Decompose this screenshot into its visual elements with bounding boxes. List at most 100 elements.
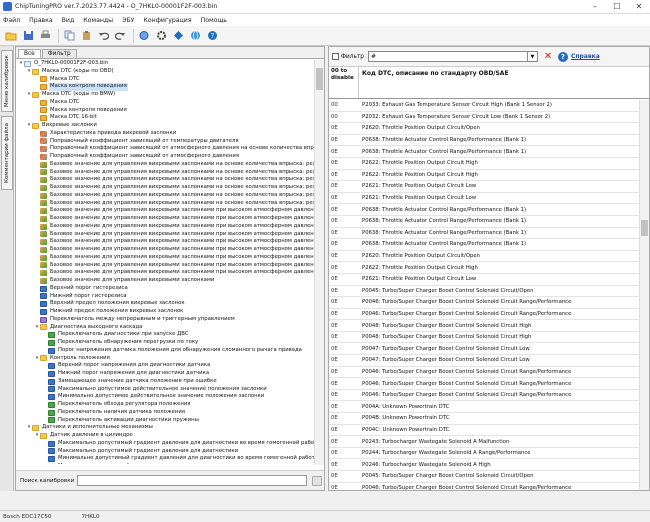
dtc-mask-cell[interactable]: 0E [329,439,359,445]
table-row[interactable]: 0E P2622: Throttle Position Output Circui… [329,262,639,274]
tree-item[interactable]: Базовое значение для управления вихревым… [16,254,314,262]
clear-filter-icon[interactable]: ✕ [542,51,554,63]
menu-view[interactable]: Вид [62,17,75,24]
table-row[interactable]: 0E P2620: Throttle Position Output Circui… [329,251,639,263]
filter-dropdown-chevron-icon[interactable]: ▼ [527,51,538,62]
tree-item[interactable]: Минимально допустимый градиент давления … [16,455,314,463]
tree-item[interactable]: Базовое значение для управления вихревым… [16,262,314,270]
tree-item[interactable]: ▾ Датчики и исполнительные механизмы [16,424,314,432]
table-row[interactable]: 0E P0045: Turbo/Super Charger Boost Contr… [329,286,639,298]
close-button[interactable]: ✕ [628,0,650,14]
dtc-mask-cell[interactable]: 0E [329,149,359,155]
table-row[interactable]: 0E P2622: Throttle Position Output Circui… [329,158,639,170]
tree-item[interactable]: Нижний порог напряжения для диагностики … [16,370,314,378]
tree-item[interactable]: ▾ Маска DTC (коды по OBD) [16,68,314,76]
tree-item[interactable]: Поправочный коэффициент зависящий от атм… [16,145,314,153]
table-row[interactable]: 0E P0638: Throttle Actuator Control Range… [329,239,639,251]
info-icon[interactable] [171,29,185,43]
dtc-mask-cell[interactable]: 0E [329,357,359,363]
tree-item[interactable]: Поправочный коэффициент зависящий от атм… [16,153,314,161]
help-link[interactable]: Справка [571,53,600,60]
table-row[interactable]: 00 P2033: Exhaust Gas Temperature Sensor … [329,100,639,112]
tree-item[interactable]: ▾ Датчик давления в цилиндре [16,432,314,440]
tree-item[interactable]: Базовое значение для управления вихревым… [16,200,314,208]
dtc-mask-cell[interactable]: 0E [329,265,359,271]
table-row[interactable]: 0E P0046: Turbo/Super Charger Boost Contr… [329,390,639,402]
table-row[interactable]: 0E P0047: Turbo/Super Charger Boost Contr… [329,343,639,356]
tree-item[interactable]: Базовое значение для управления вихревым… [16,269,314,277]
tree-item[interactable]: Базовое значение для управления вихревым… [16,192,314,200]
table-row[interactable]: 0E P2621: Throttle Position Output Circui… [329,274,639,286]
table-row[interactable]: 0E P2622: Throttle Position Output Circui… [329,170,639,182]
table-row[interactable]: 0E P0046: Turbo/Super Charger Boost Contr… [329,378,639,390]
table-row[interactable]: 0E P0246: Turbocharger Wastegate Solenoid… [329,459,639,471]
paste-icon[interactable] [79,29,93,43]
table-row[interactable]: 0E P0046: Turbo/Super Charger Boost Contr… [329,483,639,490]
dtc-mask-cell[interactable]: 0E [329,183,359,189]
table-row[interactable]: 0E P0638: Throttle Actuator Control Range… [329,216,639,228]
maximize-button[interactable]: ☐ [606,0,628,14]
dtc-mask-cell[interactable]: 0E [329,299,359,305]
filter-checkbox[interactable] [332,53,339,60]
tree-item[interactable]: ▾ O_7HKL0-00001F2F-003.bin [16,60,314,68]
tab-file-comments[interactable]: Комментарии файла [1,116,13,190]
tree-item[interactable]: Базовое значение для управления вихревым… [16,231,314,239]
tree-item[interactable]: Базовое значение для управления вихревым… [16,246,314,254]
dtc-mask-cell[interactable]: 0E [329,427,359,433]
menu-configuration[interactable]: Конфигурация [143,17,191,24]
menu-commands[interactable]: Команды [83,17,113,24]
dtc-mask-cell[interactable]: 0E [329,311,359,317]
tree-item[interactable]: ▾ Вихревые заслонки [16,122,314,130]
table-row[interactable]: 0E P2621: Throttle Position Output Circui… [329,193,639,205]
tree-item[interactable]: Маска DTC [16,76,314,84]
table-row[interactable]: 0E P0638: Throttle Actuator Control Range… [329,146,639,158]
tree-item[interactable]: Переключатель обнаружения перегрузки по … [16,339,314,347]
menu-file[interactable]: Файл [3,17,20,24]
table-row[interactable]: 00 P2032: Exhaust Gas Temperature Sensor … [329,112,639,124]
dtc-mask-cell[interactable]: 0E [329,334,359,340]
dtc-mask-cell[interactable]: 0E [329,253,359,259]
tree-item[interactable]: Переключатель наличия датчика положения [16,409,314,417]
undo-icon[interactable] [96,29,110,43]
dtc-mask-cell[interactable]: 0E [329,346,359,352]
menu-edit[interactable]: Правка [29,17,53,24]
tree-item[interactable]: Переключатель между непрерывным и тригге… [16,316,314,324]
dtc-mask-cell[interactable]: 0E [329,207,359,213]
tree-item[interactable]: Маска контроля поведения [16,107,314,115]
menu-ecu[interactable]: ЭБУ [122,17,134,24]
tree-scrollbar-thumb[interactable] [316,68,323,90]
column-header-code[interactable]: 00 to disable [329,67,359,98]
help-icon[interactable]: ? [205,29,219,43]
tree-item[interactable]: Замещающее значение датчика положения пр… [16,378,314,386]
tree-item[interactable]: Характеристика привода вихревой заслонки [16,130,314,138]
print-icon[interactable] [38,29,52,43]
tree-item[interactable]: Нижний предел положения вихревых заслоно… [16,308,314,316]
menu-help[interactable]: Помощь [201,17,227,24]
dtc-mask-cell[interactable]: 0E [329,288,359,294]
table-row[interactable]: 0E P0045: Turbo/Super Charger Boost Contr… [329,471,639,483]
dtc-mask-cell[interactable]: 0E [329,172,359,178]
tree-item[interactable]: Верхний предел положения вихревых заслон… [16,300,314,308]
table-row[interactable]: 0E P0048: Turbo/Super Charger Boost Contr… [329,332,639,344]
dtc-mask-cell[interactable]: 0E [329,392,359,398]
dtc-mask-cell[interactable]: 0E [329,195,359,201]
tree-scrollbar[interactable] [314,60,324,465]
connect-icon[interactable] [137,29,151,43]
tree-item[interactable]: ▾ Маска DTC (коды по BMW) [16,91,314,99]
tree-item[interactable]: Верхний порог гистерезиса [16,285,314,293]
table-row[interactable]: 0E P0046: Turbo/Super Charger Boost Contr… [329,297,639,309]
table-row[interactable]: 0E P0638: Throttle Actuator Control Range… [329,228,639,240]
table-row[interactable]: 0E P0046: Turbo/Super Charger Boost Contr… [329,309,639,321]
tree-item[interactable]: Базовое значение для управления вихревым… [16,238,314,246]
dtc-scrollbar[interactable] [639,100,649,490]
tree-item[interactable]: Маска DTC 16-bit [16,114,314,122]
open-folder-icon[interactable] [4,29,18,43]
copy-icon[interactable] [62,29,76,43]
redo-icon[interactable] [113,29,127,43]
table-row[interactable]: 0E P004A: Unknown Powertrain DTC [329,401,639,414]
tree-item[interactable]: ▾ Диагностика выходного каскада [16,324,314,332]
tree-item[interactable]: Минимально допустимое действительное зна… [16,393,314,401]
dtc-mask-cell[interactable]: 0E [329,450,359,456]
table-row[interactable]: 0E P0046: Turbo/Super Charger Boost Contr… [329,367,639,379]
dtc-scrollbar-thumb[interactable] [641,220,648,236]
